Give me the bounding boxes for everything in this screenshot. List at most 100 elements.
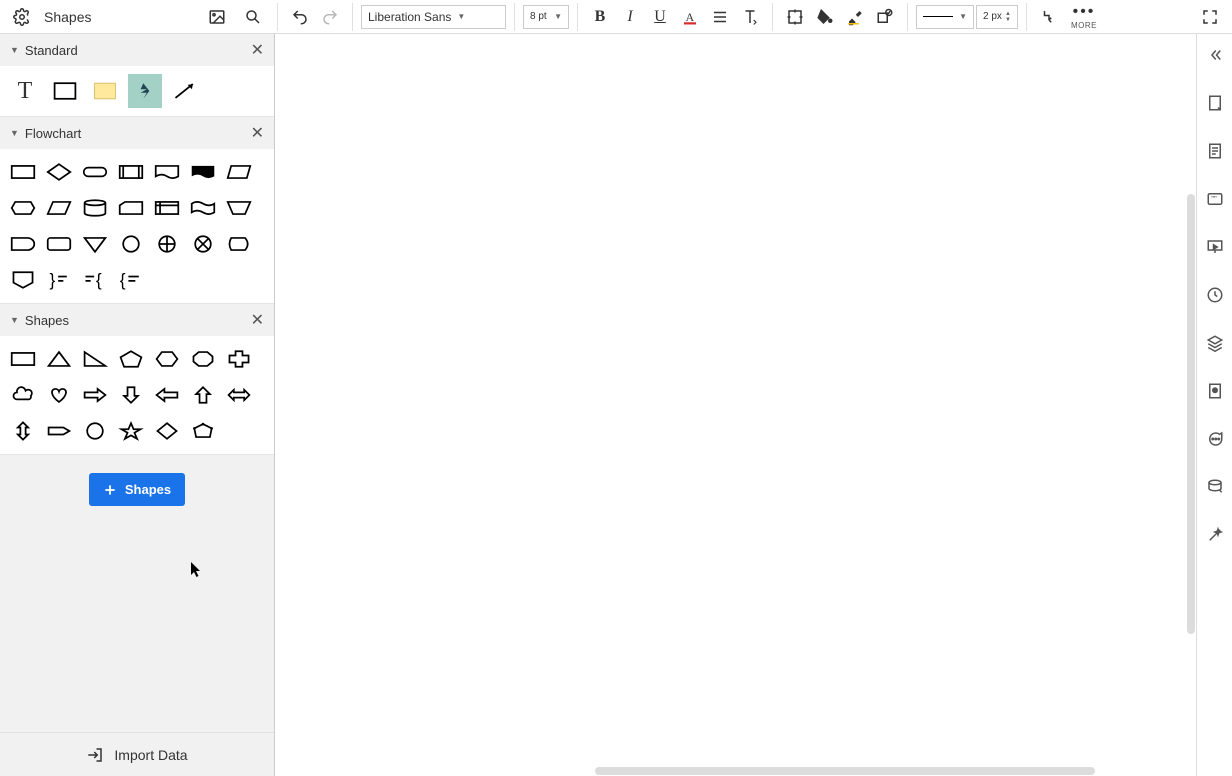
caret-icon: ▼ (10, 128, 19, 138)
text-style-icon[interactable] (736, 3, 764, 31)
svg-text:}: } (49, 270, 55, 290)
add-shapes-button[interactable]: Shapes (89, 473, 185, 506)
panel-shapes-header[interactable]: ▼ Shapes ✕ (0, 304, 274, 336)
sh-cross[interactable] (224, 344, 254, 374)
fc-brace-right[interactable]: } (44, 265, 74, 295)
fc-half-round[interactable] (8, 229, 38, 259)
container-icon[interactable] (781, 3, 809, 31)
fc-skew[interactable] (44, 193, 74, 223)
line-style-select[interactable]: ▼ (916, 5, 974, 29)
align-icon[interactable] (706, 3, 734, 31)
sh-arrow-right[interactable] (80, 380, 110, 410)
fc-rounded[interactable] (44, 229, 74, 259)
fc-manual-op[interactable] (224, 193, 254, 223)
collapse-icon[interactable] (1200, 40, 1230, 70)
close-icon[interactable]: ✕ (251, 40, 264, 60)
fc-database[interactable] (80, 193, 110, 223)
canvas[interactable] (275, 34, 1196, 776)
fc-triangle-down[interactable] (80, 229, 110, 259)
fc-terminator[interactable] (80, 157, 110, 187)
svg-text:””: ”” (1211, 195, 1217, 204)
data-icon[interactable] (1200, 472, 1230, 502)
line-width-select[interactable]: 2 px ▲▼ (976, 5, 1018, 29)
sh-arrow-bi-v[interactable] (8, 416, 38, 446)
page-setup-icon[interactable] (1200, 88, 1230, 118)
fc-tape[interactable] (188, 193, 218, 223)
layers-icon[interactable] (1200, 328, 1230, 358)
quote-icon[interactable]: ”” (1200, 184, 1230, 214)
fc-card[interactable] (116, 193, 146, 223)
fc-brace-eq[interactable]: { (80, 265, 110, 295)
text-color-icon[interactable]: A (676, 3, 704, 31)
panel-label: Flowchart (25, 126, 81, 141)
apply-style-icon[interactable] (871, 3, 899, 31)
bold-icon[interactable]: B (586, 3, 614, 31)
fc-process[interactable] (8, 157, 38, 187)
fc-display[interactable] (224, 229, 254, 259)
sh-octagon[interactable] (188, 344, 218, 374)
shape-action[interactable] (128, 74, 162, 108)
sh-arrow-left[interactable] (152, 380, 182, 410)
fc-offpage[interactable] (8, 265, 38, 295)
more-button[interactable]: ••• MORE (1065, 3, 1103, 30)
image-icon[interactable] (203, 3, 231, 31)
notes-icon[interactable] (1200, 136, 1230, 166)
scrollbar-vertical[interactable] (1184, 34, 1196, 762)
fill-icon[interactable] (811, 3, 839, 31)
fc-internal-storage[interactable] (152, 193, 182, 223)
sh-right-triangle[interactable] (80, 344, 110, 374)
fullscreen-icon[interactable] (1196, 3, 1224, 31)
shape-text[interactable]: T (8, 74, 42, 108)
svg-text:{: { (120, 270, 126, 290)
sh-triangle[interactable] (44, 344, 74, 374)
sh-cloud[interactable] (8, 380, 38, 410)
fc-decision[interactable] (44, 157, 74, 187)
shape-note[interactable] (88, 74, 122, 108)
magic-icon[interactable] (1200, 520, 1230, 550)
panel-flowchart-header[interactable]: ▼ Flowchart ✕ (0, 117, 274, 149)
fc-parallelogram[interactable] (224, 157, 254, 187)
italic-icon[interactable]: I (616, 3, 644, 31)
sh-heart[interactable] (44, 380, 74, 410)
close-icon[interactable]: ✕ (251, 310, 264, 330)
fc-x-circle[interactable] (188, 229, 218, 259)
import-data-button[interactable]: Import Data (0, 732, 274, 776)
sh-pentagon[interactable] (116, 344, 146, 374)
scrollbar-horizontal[interactable] (275, 764, 1196, 776)
fc-document[interactable] (152, 157, 182, 187)
sh-arrow-down[interactable] (116, 380, 146, 410)
highlight-icon[interactable] (841, 3, 869, 31)
presentation-icon[interactable] (1200, 232, 1230, 262)
undo-icon[interactable] (286, 3, 314, 31)
sh-hexagon[interactable] (152, 344, 182, 374)
shape-arrow[interactable] (168, 74, 202, 108)
fc-document-filled[interactable] (188, 157, 218, 187)
search-icon[interactable] (239, 3, 267, 31)
comments-icon[interactable] (1200, 424, 1230, 454)
connection-icon[interactable] (1035, 3, 1063, 31)
caret-icon: ▼ (10, 315, 19, 325)
fc-crossed-circle[interactable] (152, 229, 182, 259)
underline-icon[interactable]: U (646, 3, 674, 31)
fc-predefined[interactable] (116, 157, 146, 187)
theme-icon[interactable] (1200, 376, 1230, 406)
shape-rectangle[interactable] (48, 74, 82, 108)
sh-rectangle[interactable] (8, 344, 38, 374)
history-icon[interactable] (1200, 280, 1230, 310)
close-icon[interactable]: ✕ (251, 123, 264, 143)
sh-polygon[interactable] (188, 416, 218, 446)
sh-diamond[interactable] (152, 416, 182, 446)
panel-standard-header[interactable]: ▼ Standard ✕ (0, 34, 274, 66)
font-size-select[interactable]: 8 pt▼ (523, 5, 569, 29)
sh-arrow-bi-h[interactable] (224, 380, 254, 410)
fc-circle[interactable] (116, 229, 146, 259)
font-family-select[interactable]: Liberation Sans▼ (361, 5, 506, 29)
fc-hexagon[interactable] (8, 193, 38, 223)
sh-label[interactable] (44, 416, 74, 446)
fc-brace-open[interactable]: { (116, 265, 146, 295)
sh-star[interactable] (116, 416, 146, 446)
redo-icon[interactable] (316, 3, 344, 31)
sh-arrow-up[interactable] (188, 380, 218, 410)
sh-circle[interactable] (80, 416, 110, 446)
gear-icon[interactable] (8, 3, 36, 31)
